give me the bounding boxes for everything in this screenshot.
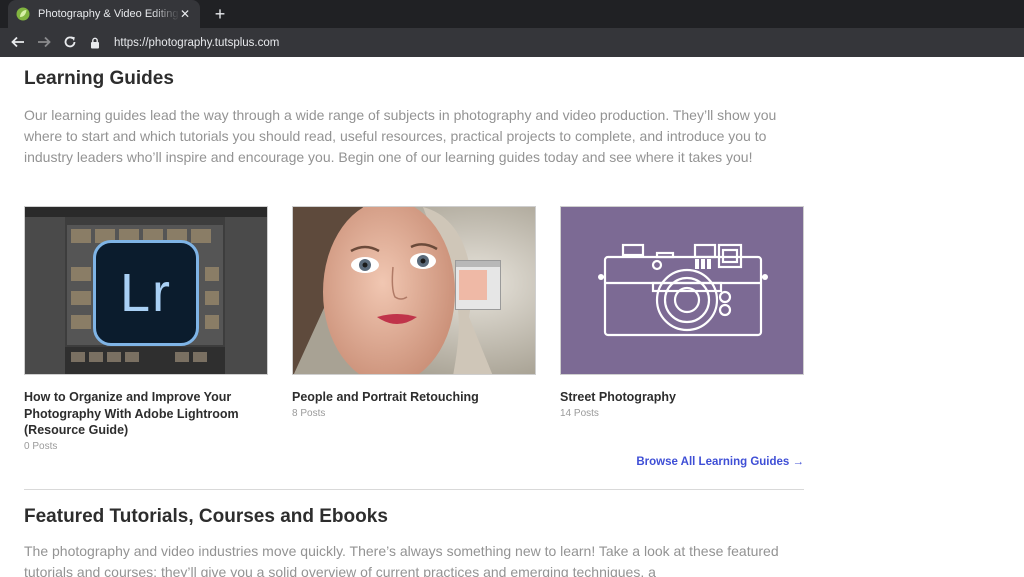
envato-leaf-icon — [16, 7, 30, 21]
new-tab-icon[interactable]: + — [210, 4, 230, 24]
browser-toolbar: https://photography.tutsplus.com — [0, 28, 1024, 57]
close-tab-icon[interactable]: ✕ — [178, 7, 192, 21]
guide-card-title[interactable]: Street Photography — [560, 389, 804, 406]
learning-guides-heading: Learning Guides — [24, 68, 174, 89]
guide-card-post-count: 8 Posts — [292, 407, 326, 419]
guide-card-post-count: 14 Posts — [560, 407, 599, 419]
featured-heading: Featured Tutorials, Courses and Ebooks — [24, 506, 388, 527]
camera-icon — [598, 243, 768, 337]
portrait-thumbnail[interactable] — [292, 206, 536, 375]
learning-guides-description: Our learning guides lead the way through… — [24, 107, 777, 165]
tab-title: Photography & Video Editing How-To Tutor… — [38, 8, 180, 20]
reload-icon[interactable] — [58, 30, 82, 54]
back-arrow-icon[interactable] — [6, 30, 30, 54]
browser-tab-strip: Photography & Video Editing How-To Tutor… — [0, 0, 1024, 28]
guide-card-post-count: 0 Posts — [24, 440, 58, 452]
retouch-palette-panel — [455, 260, 501, 310]
browser-tab[interactable]: Photography & Video Editing How-To Tutor… — [8, 0, 200, 28]
url-text: https://photography.tutsplus.com — [114, 36, 280, 49]
section-divider — [24, 489, 804, 490]
featured-description: The photography and video industries mov… — [24, 543, 779, 577]
guide-card-title[interactable]: How to Organize and Improve Your Photogr… — [24, 389, 268, 439]
address-bar[interactable]: https://photography.tutsplus.com — [88, 31, 1016, 54]
lightroom-logo-icon: Lr — [93, 240, 199, 346]
forward-arrow-icon[interactable] — [32, 30, 56, 54]
guide-card-lightroom[interactable]: Lr How to Organize and Improve Your Phot… — [24, 206, 268, 452]
guide-card-title[interactable]: People and Portrait Retouching — [292, 389, 536, 406]
page-content: Learning Guides Our learning guides lead… — [0, 57, 1024, 577]
lightroom-thumbnail[interactable]: Lr — [24, 206, 268, 375]
street-photography-thumbnail[interactable] — [560, 206, 804, 375]
browse-all-guides-link[interactable]: Browse All Learning Guides → — [636, 456, 804, 468]
guide-card-portrait[interactable]: People and Portrait Retouching 8 Posts — [292, 206, 536, 419]
lock-icon[interactable] — [88, 36, 102, 50]
guide-card-street[interactable]: Street Photography 14 Posts — [560, 206, 804, 419]
